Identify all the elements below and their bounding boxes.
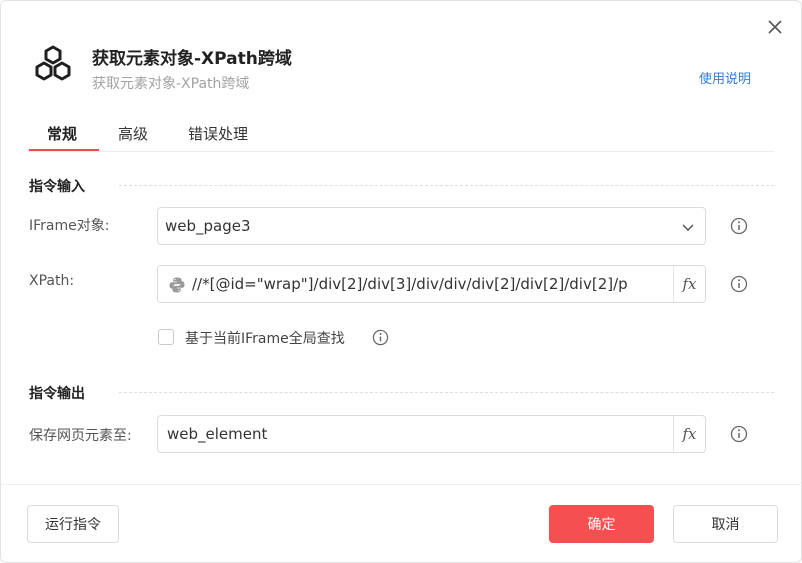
- save-element-label: 保存网页元素至:: [29, 428, 132, 444]
- dialog-subtitle: 获取元素对象-XPath跨域: [92, 76, 250, 92]
- info-icon[interactable]: [372, 329, 389, 346]
- fx-button[interactable]: fx: [673, 266, 705, 302]
- iframe-label: IFrame对象:: [29, 218, 110, 234]
- close-icon[interactable]: [763, 15, 787, 39]
- confirm-button[interactable]: 确定: [549, 505, 654, 543]
- info-icon[interactable]: [730, 275, 748, 293]
- cancel-button[interactable]: 取消: [673, 505, 778, 543]
- section-divider: [119, 185, 774, 186]
- xpath-value: //*[@id="wrap"]/div[2]/div[3]/div/div/di…: [192, 275, 628, 293]
- global-search-checkbox[interactable]: [158, 329, 174, 345]
- fx-button[interactable]: fx: [673, 416, 705, 452]
- xpath-input[interactable]: //*[@id="wrap"]/div[2]/div[3]/div/div/di…: [157, 265, 706, 303]
- xpath-label: XPath:: [29, 273, 75, 289]
- active-tab-indicator: [29, 149, 99, 151]
- save-element-value: web_element: [167, 425, 268, 443]
- tab-error-handling[interactable]: 错误处理: [188, 123, 248, 144]
- python-icon: [168, 276, 186, 298]
- hexagons-icon: [31, 44, 75, 84]
- save-element-input[interactable]: web_element fx: [157, 415, 706, 453]
- footer-divider: [1, 484, 802, 485]
- input-section-title: 指令输入: [29, 179, 85, 195]
- tab-general[interactable]: 常规: [47, 123, 77, 144]
- output-section-title: 指令输出: [29, 386, 85, 402]
- run-command-button[interactable]: 运行指令: [27, 505, 119, 543]
- tab-bar: 常规 高级 错误处理: [29, 117, 774, 152]
- dialog-title: 获取元素对象-XPath跨域: [92, 49, 292, 69]
- dialog: 获取元素对象-XPath跨域 获取元素对象-XPath跨域 使用说明 常规 高级…: [0, 0, 802, 563]
- help-link[interactable]: 使用说明: [699, 68, 751, 87]
- section-divider: [119, 392, 774, 393]
- global-search-label: 基于当前IFrame全局查找: [185, 331, 345, 347]
- chevron-down-icon[interactable]: [681, 219, 695, 238]
- iframe-select[interactable]: web_page3: [157, 207, 706, 245]
- tab-advanced[interactable]: 高级: [118, 123, 148, 144]
- info-icon[interactable]: [730, 217, 748, 235]
- iframe-value: web_page3: [165, 217, 251, 235]
- info-icon[interactable]: [730, 425, 748, 443]
